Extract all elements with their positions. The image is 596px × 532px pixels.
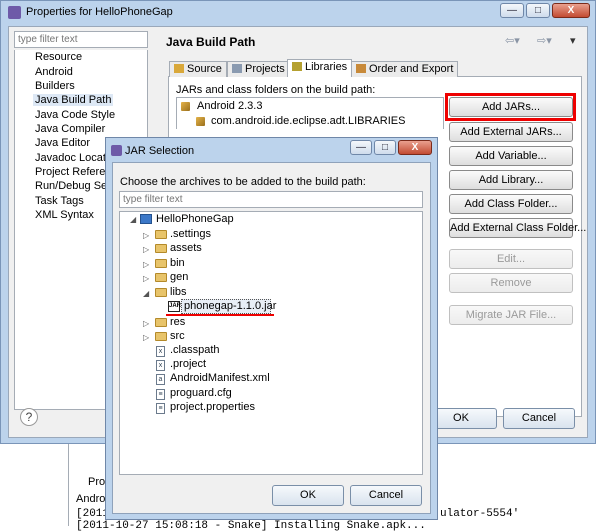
- tree-item-root[interactable]: HelloPhoneGap: [156, 213, 234, 225]
- folder-icon: [155, 230, 167, 239]
- dialog-filter-field[interactable]: [119, 191, 423, 208]
- dialog-close-button[interactable]: X: [398, 140, 432, 155]
- tree-item-classpath[interactable]: .classpath: [170, 344, 220, 356]
- window-title: Properties for HelloPhoneGap: [26, 6, 173, 18]
- folder-icon: [155, 273, 167, 282]
- console-tab[interactable]: Pro: [88, 476, 105, 488]
- remove-button[interactable]: Remove: [449, 273, 573, 293]
- nav-item-android[interactable]: Android: [35, 66, 73, 78]
- page-title: Java Build Path: [166, 35, 256, 49]
- folder-icon: [155, 318, 167, 327]
- nav-item-java-code-style[interactable]: Java Code Style: [35, 109, 115, 121]
- tab-source[interactable]: Source: [169, 61, 227, 77]
- tree-item-project[interactable]: .project: [170, 358, 206, 370]
- tree-item-project-properties[interactable]: project.properties: [170, 401, 255, 413]
- library-item-adt-libraries[interactable]: com.android.ide.eclipse.adt.LIBRARIES: [211, 115, 405, 127]
- collapse-arrow-icon[interactable]: ▷: [143, 274, 149, 283]
- libraries-icon: [292, 62, 302, 71]
- expand-arrow-icon[interactable]: ◢: [130, 215, 136, 224]
- add-external-class-folder-button[interactable]: Add External Class Folder...: [449, 218, 586, 238]
- edit-button[interactable]: Edit...: [449, 249, 573, 269]
- order-export-icon: [356, 64, 366, 73]
- add-library-button[interactable]: Add Library...: [449, 170, 573, 190]
- nav-item-java-compiler[interactable]: Java Compiler: [35, 123, 105, 135]
- tree-item-phonegap-jar[interactable]: phonegap-1.1.0.jar: [184, 300, 276, 312]
- project-icon: [140, 214, 152, 224]
- dialog-prompt: Choose the archives to be added to the b…: [120, 176, 366, 188]
- nav-item-xml-syntax[interactable]: XML Syntax: [35, 209, 94, 221]
- help-icon[interactable]: ?: [20, 408, 38, 426]
- dialog-app-icon: [111, 145, 122, 156]
- dialog-minimize-button[interactable]: —: [350, 140, 372, 155]
- maximize-button[interactable]: □: [526, 3, 550, 18]
- close-button[interactable]: X: [552, 3, 590, 18]
- nav-item-java-editor[interactable]: Java Editor: [35, 137, 90, 149]
- projects-icon: [232, 64, 242, 73]
- app-icon: [8, 6, 21, 19]
- dialog-ok-button[interactable]: OK: [272, 485, 344, 506]
- collapse-arrow-icon[interactable]: ▷: [143, 260, 149, 269]
- dialog-maximize-button[interactable]: □: [374, 140, 396, 155]
- collapse-arrow-icon[interactable]: ▷: [143, 333, 149, 342]
- dialog-cancel-button[interactable]: Cancel: [350, 485, 422, 506]
- nav-item-task-tags[interactable]: Task Tags: [35, 195, 84, 207]
- nav-item-resource[interactable]: Resource: [35, 51, 82, 63]
- add-external-jars-button[interactable]: Add External JARs...: [449, 122, 573, 142]
- forward-arrow-icon[interactable]: ⇨▾: [537, 34, 552, 47]
- view-menu-icon[interactable]: ▾: [570, 34, 576, 47]
- collapse-arrow-icon[interactable]: ▷: [143, 319, 149, 328]
- expand-arrow-icon[interactable]: ◢: [143, 289, 149, 298]
- tree-item-src[interactable]: src: [170, 330, 185, 342]
- tree-item-bin[interactable]: bin: [170, 257, 185, 269]
- text-file-icon: ≡: [156, 403, 165, 414]
- collapse-arrow-icon[interactable]: ▷: [143, 245, 149, 254]
- library-icon: [196, 117, 205, 126]
- tab-projects[interactable]: Projects: [227, 61, 290, 77]
- tree-item-settings[interactable]: .settings: [170, 228, 211, 240]
- nav-item-builders[interactable]: Builders: [35, 80, 75, 92]
- xml-file-icon: x: [156, 346, 165, 357]
- tab-libraries[interactable]: Libraries: [287, 59, 353, 77]
- console-line: [2011-10-27 15:08:18 - Snake] Installing…: [76, 520, 426, 532]
- folder-icon: [155, 288, 167, 297]
- tree-item-proguard[interactable]: proguard.cfg: [170, 387, 232, 399]
- jars-label: JARs and class folders on the build path…: [176, 84, 376, 96]
- add-jars-red-highlight: [445, 93, 576, 121]
- text-file-icon: ≡: [156, 389, 165, 400]
- nav-filter-input[interactable]: [15, 32, 147, 47]
- folder-icon: [155, 332, 167, 341]
- jar-file-icon: JAR: [168, 301, 181, 312]
- xml-file-icon: x: [156, 360, 165, 371]
- tab-order-export-label: Order and Export: [369, 63, 454, 75]
- tree-item-assets[interactable]: assets: [170, 242, 202, 254]
- tab-source-label: Source: [187, 63, 222, 75]
- source-folder-icon: [174, 64, 184, 73]
- collapse-arrow-icon[interactable]: ▷: [143, 231, 149, 240]
- folder-icon: [155, 259, 167, 268]
- tree-item-android-manifest[interactable]: AndroidManifest.xml: [170, 372, 270, 384]
- tab-libraries-label: Libraries: [305, 61, 348, 73]
- back-arrow-icon[interactable]: ⇦▾: [505, 34, 520, 47]
- tree-item-res[interactable]: res: [170, 316, 185, 328]
- console-line: ulator-5554': [440, 508, 520, 520]
- library-icon: [181, 102, 190, 111]
- tab-projects-label: Projects: [245, 63, 285, 75]
- nav-filter-field[interactable]: [14, 31, 148, 48]
- migrate-jar-button[interactable]: Migrate JAR File...: [449, 305, 573, 325]
- dialog-title: JAR Selection: [125, 145, 195, 157]
- tree-item-gen[interactable]: gen: [170, 271, 188, 283]
- library-item-android[interactable]: Android 2.3.3: [197, 100, 262, 112]
- minimize-button[interactable]: —: [500, 3, 524, 18]
- add-class-folder-button[interactable]: Add Class Folder...: [449, 194, 573, 214]
- tab-order-and-export[interactable]: Order and Export: [351, 61, 459, 77]
- cancel-button[interactable]: Cancel: [503, 408, 575, 429]
- manifest-file-icon: a: [156, 374, 165, 385]
- add-variable-button[interactable]: Add Variable...: [449, 146, 573, 166]
- dialog-filter-input[interactable]: [120, 192, 422, 207]
- folder-icon: [155, 244, 167, 253]
- tree-item-libs[interactable]: libs: [170, 286, 187, 298]
- nav-item-java-build-path[interactable]: Java Build Path: [33, 94, 114, 106]
